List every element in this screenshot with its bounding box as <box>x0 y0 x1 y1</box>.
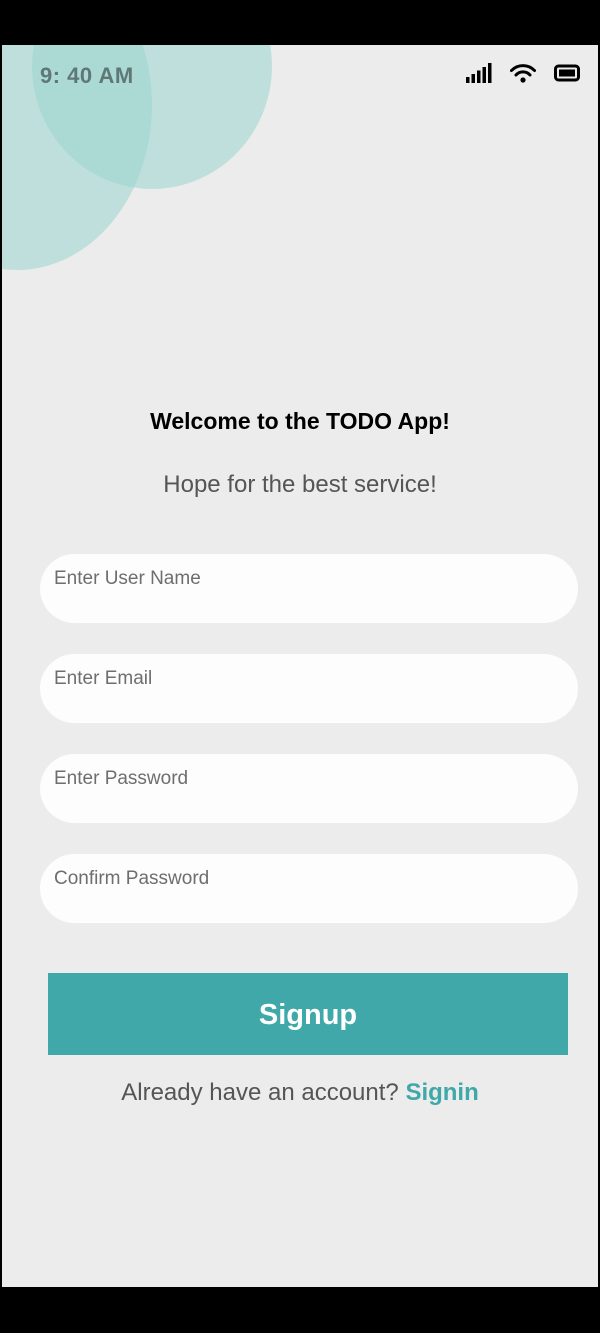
username-field[interactable] <box>40 554 578 623</box>
signal-icon <box>466 63 492 83</box>
welcome-title: Welcome to the TODO App! <box>150 408 450 434</box>
status-time: 9: 40 AM <box>40 63 134 88</box>
confirm-password-field[interactable] <box>40 854 578 923</box>
status-icons <box>466 63 580 83</box>
email-input[interactable] <box>54 668 578 690</box>
signin-link[interactable]: Signin <box>405 1079 478 1106</box>
signin-prompt: Already have an account? Signin <box>2 1079 598 1107</box>
signup-button[interactable]: Signup <box>48 973 568 1055</box>
confirm-password-input[interactable] <box>54 868 578 890</box>
signup-screen: 9: 40 AM Welcome to the TODO App! Hope f… <box>2 45 598 1287</box>
password-field[interactable] <box>40 754 578 823</box>
username-input[interactable] <box>54 568 578 590</box>
password-input[interactable] <box>54 768 578 790</box>
welcome-subtitle: Hope for the best service! <box>163 471 437 498</box>
wifi-icon <box>510 63 536 83</box>
signin-prompt-text: Already have an account? <box>121 1079 399 1106</box>
status-bar: 9: 40 AM <box>2 45 598 105</box>
email-field[interactable] <box>40 654 578 723</box>
battery-icon <box>554 63 580 83</box>
